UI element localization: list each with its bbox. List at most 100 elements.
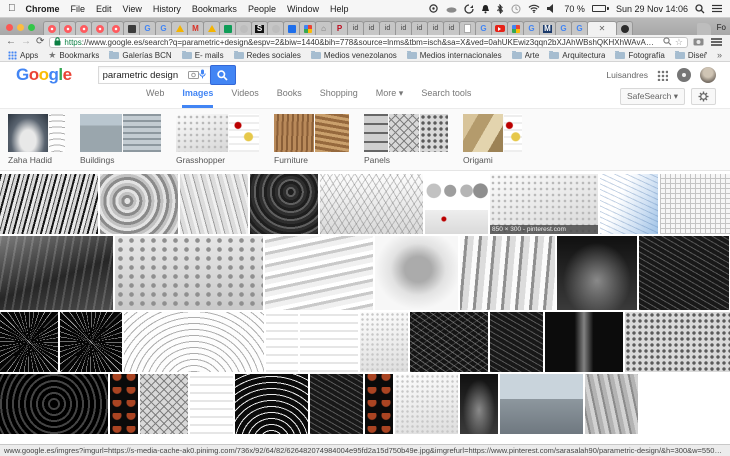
bluetooth-icon[interactable] [497,4,504,14]
image-result[interactable] [250,174,318,234]
tab-more-[interactable]: More ▾ [376,88,404,108]
related-thumbnail[interactable] [274,114,314,152]
zoom-window-button[interactable] [28,24,35,31]
bookmark-bookmarks[interactable]: ★Bookmarks [48,51,99,60]
bookmark-folder[interactable]: Medios venezolanos [311,51,397,60]
bookmark-folder[interactable]: Fotografía [615,51,664,60]
related-search-chip[interactable]: Origami [463,114,522,170]
image-result[interactable] [585,374,638,434]
image-result[interactable] [140,374,188,434]
image-result[interactable] [375,236,458,310]
image-result[interactable] [320,174,423,234]
back-button[interactable]: ← [6,37,16,47]
image-result[interactable] [425,174,488,234]
search-by-image-camera-icon[interactable] [188,66,199,84]
browser-tab-id[interactable]: id [411,21,428,35]
tab-videos[interactable]: Videos [231,88,258,108]
image-result[interactable] [190,374,233,434]
menu-item-window[interactable]: Window [287,4,319,14]
related-search-chip[interactable]: Buildings [80,114,161,170]
related-thumbnail[interactable] [8,114,48,152]
browser-tab-gmail[interactable]: M [187,21,204,35]
image-result[interactable]: 850 × 300 - pinterest.com [490,174,598,234]
address-bar[interactable]: https://www.google.es/search?q=parametri… [49,37,688,48]
image-result[interactable] [557,236,637,310]
image-result[interactable] [460,236,555,310]
related-thumbnail[interactable] [315,114,349,152]
browser-tab-airbnb[interactable] [107,21,124,35]
image-result[interactable] [265,236,373,310]
browser-tab-smiley[interactable] [267,21,284,35]
related-thumbnail[interactable] [229,114,259,152]
bookmarks-overflow-chevron[interactable]: » [717,50,722,60]
bookmark-folder[interactable]: Arte [512,51,540,60]
image-result[interactable] [545,312,623,372]
image-result[interactable] [490,312,543,372]
menubar-clock[interactable]: Sun 29 Nov 14:06 [616,4,688,14]
cloud-icon[interactable] [446,5,457,13]
image-result[interactable] [500,374,583,434]
menu-item-chrome[interactable]: Chrome [26,4,60,14]
related-thumbnail[interactable] [364,114,388,152]
tab-web[interactable]: Web [146,88,164,108]
browser-tab-g[interactable]: G [571,21,588,35]
browser-tab-g[interactable]: G [475,21,492,35]
clock-icon[interactable] [511,4,521,14]
menu-item-history[interactable]: History [153,4,181,14]
notifications-bell-icon[interactable] [481,4,490,14]
menu-item-help[interactable]: Help [330,4,349,14]
google-logo[interactable]: Google [16,65,72,85]
browser-tab-sheets[interactable] [219,21,236,35]
bookmark-folder[interactable]: Medios internacionales [407,51,502,60]
image-result[interactable] [0,312,58,372]
image-result[interactable] [365,374,393,434]
notification-center-icon[interactable] [712,4,722,13]
image-result[interactable] [460,374,498,434]
browser-tab-blue[interactable] [283,21,300,35]
browser-tab-photos[interactable] [299,21,316,35]
bookmark-folder[interactable]: Galerías BCN [109,51,171,60]
image-result[interactable] [625,312,730,372]
voice-search-mic-icon[interactable] [199,66,206,84]
browser-tab-smiley[interactable] [235,21,252,35]
bookmark-folder[interactable]: Arquitectura [549,51,605,60]
tab-search-tools[interactable]: Search tools [421,88,471,108]
menu-item-bookmarks[interactable]: Bookmarks [192,4,237,14]
search-button[interactable] [210,65,236,85]
chrome-menu-icon[interactable] [711,41,722,43]
image-result[interactable] [110,374,138,434]
bookmark-folder[interactable]: Diseño [675,51,707,60]
related-search-chip[interactable]: Zaha Hadid [8,114,65,170]
browser-tab-dark[interactable] [123,21,140,35]
image-result[interactable] [395,374,458,434]
browser-tab-airbnb[interactable] [91,21,108,35]
browser-tab-airbnb[interactable] [75,21,92,35]
related-thumbnail[interactable] [80,114,122,152]
image-result[interactable] [115,236,263,310]
tab-books[interactable]: Books [277,88,302,108]
image-result[interactable] [266,312,298,372]
bookmark-star-icon[interactable]: ☆ [675,38,683,47]
browser-tab-youtube[interactable] [491,21,508,35]
tab-images[interactable]: Images [182,88,213,108]
browser-tab-g[interactable]: G [555,21,572,35]
google-apps-grid-icon[interactable] [657,70,668,81]
bookmark-folder[interactable]: Redes sociales [234,51,301,60]
reload-button[interactable]: ⟳ [36,37,44,47]
forward-button[interactable]: → [21,37,31,47]
browser-tab-id[interactable]: id [363,21,380,35]
screen-mirroring-icon[interactable] [428,4,439,13]
browser-tab-id[interactable]: id [443,21,460,35]
related-search-chip[interactable]: Furniture [274,114,349,170]
image-result[interactable] [235,374,308,434]
browser-tab-airbnb[interactable] [59,21,76,35]
menu-item-people[interactable]: People [248,4,276,14]
spotlight-search-icon[interactable] [695,4,705,14]
minimize-window-button[interactable] [17,24,24,31]
image-result[interactable] [640,374,730,434]
image-result[interactable] [100,174,178,234]
related-thumbnail[interactable] [123,114,161,152]
update-icon[interactable] [464,4,474,14]
image-result[interactable] [124,312,264,372]
account-name[interactable]: Luisandres [606,70,648,80]
